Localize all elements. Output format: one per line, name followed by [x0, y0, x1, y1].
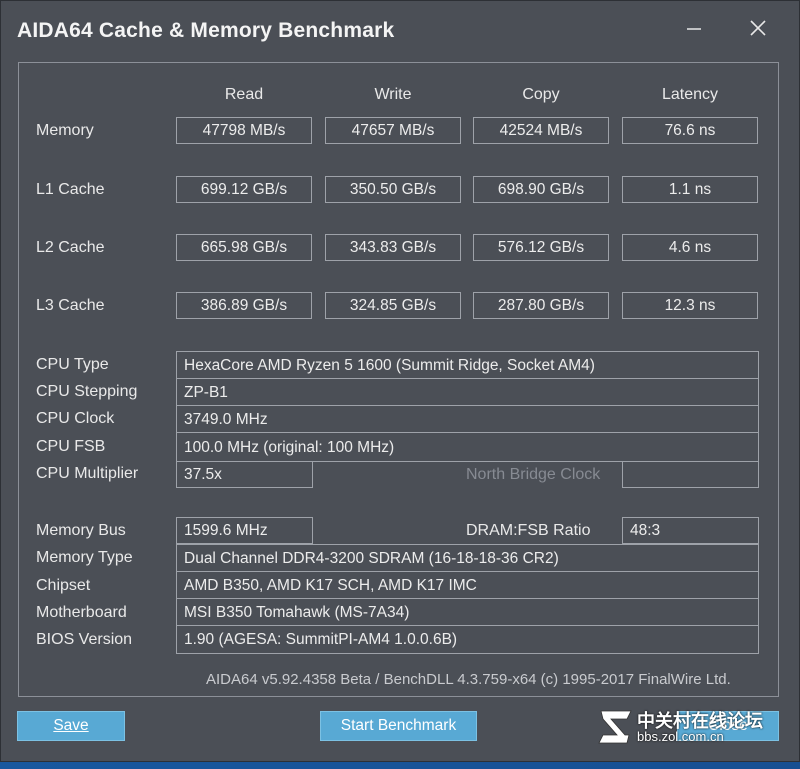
zol-logo-icon — [598, 710, 632, 744]
memory-latency-value: 76.6 ns — [622, 117, 758, 144]
memory-type-label: Memory Type — [36, 549, 133, 566]
bios-version-value: 1.90 (AGESA: SummitPI-AM4 1.0.0.6B) — [184, 631, 458, 648]
dram-fsb-ratio-label: DRAM:FSB Ratio — [466, 522, 591, 539]
cpu-fsb-label: CPU FSB — [36, 438, 106, 455]
zol-watermark: 中关村在线论坛 bbs.zol.com.cn — [597, 705, 787, 749]
row-label-memory: Memory — [36, 122, 94, 139]
l1-read-value: 699.12 GB/s — [176, 176, 312, 203]
row-label-l1-cache: L1 Cache — [36, 181, 105, 198]
north-bridge-clock-value — [622, 461, 759, 488]
row-label-l3-cache: L3 Cache — [36, 297, 105, 314]
close-icon — [750, 20, 766, 36]
l3-read-value: 386.89 GB/s — [176, 292, 312, 319]
minimize-icon — [687, 28, 701, 30]
cpu-type-label: CPU Type — [36, 356, 109, 373]
watermark-url: bbs.zol.com.cn — [637, 729, 724, 744]
l3-latency-value: 12.3 ns — [622, 292, 758, 319]
cpu-fsb-value: 100.0 MHz (original: 100 MHz) — [184, 439, 395, 456]
dram-fsb-ratio-value: 48:3 — [622, 517, 759, 544]
save-button-label: Save — [53, 717, 89, 734]
column-header-read: Read — [224, 86, 264, 103]
l1-copy-value: 698.90 GB/s — [473, 176, 609, 203]
start-benchmark-button[interactable]: Start Benchmark — [320, 711, 477, 741]
cpu-multiplier-label: CPU Multiplier — [36, 465, 139, 482]
column-header-write: Write — [374, 86, 412, 103]
chipset-value: AMD B350, AMD K17 SCH, AMD K17 IMC — [177, 572, 758, 599]
memory-type-value: Dual Channel DDR4-3200 SDRAM (16-18-18-3… — [177, 545, 758, 572]
title-bar[interactable]: AIDA64 Cache & Memory Benchmark — [1, 1, 799, 59]
memory-read-value: 47798 MB/s — [176, 117, 312, 144]
motherboard-label: Motherboard — [36, 604, 127, 621]
l1-write-value: 350.50 GB/s — [325, 176, 461, 203]
cpu-stepping-value: ZP-B1 — [177, 379, 758, 406]
memory-copy-value: 42524 MB/s — [473, 117, 609, 144]
memory-bus-value: 1599.6 MHz — [176, 517, 313, 544]
window-title: AIDA64 Cache & Memory Benchmark — [17, 19, 395, 42]
system-info-group: Dual Channel DDR4-3200 SDRAM (16-18-18-3… — [176, 544, 759, 654]
bios-version-label: BIOS Version — [36, 631, 133, 648]
l3-write-value: 324.85 GB/s — [325, 292, 461, 319]
chipset-label: Chipset — [36, 577, 91, 594]
cpu-stepping-label: CPU Stepping — [36, 383, 138, 400]
cpu-info-group: HexaCore AMD Ryzen 5 1600 (Summit Ridge,… — [176, 351, 759, 462]
memory-bus-label: Memory Bus — [36, 522, 126, 539]
motherboard-value: MSI B350 Tomahawk (MS-7A34) — [177, 599, 758, 626]
l2-copy-value: 576.12 GB/s — [473, 234, 609, 261]
benchmark-window: AIDA64 Cache & Memory Benchmark Read Wri… — [0, 0, 800, 762]
save-button[interactable]: Save — [17, 711, 125, 741]
column-header-latency: Latency — [661, 86, 719, 103]
memory-write-value: 47657 MB/s — [325, 117, 461, 144]
l2-latency-value: 4.6 ns — [622, 234, 758, 261]
cpu-type-value: HexaCore AMD Ryzen 5 1600 (Summit Ridge,… — [177, 352, 758, 379]
l3-copy-value: 287.80 GB/s — [473, 292, 609, 319]
close-window-button[interactable] — [743, 13, 773, 43]
cpu-multiplier-value: 37.5x — [176, 461, 313, 488]
version-footer: AIDA64 v5.92.4358 Beta / BenchDLL 4.3.75… — [206, 671, 731, 688]
row-label-l2-cache: L2 Cache — [36, 239, 105, 256]
north-bridge-clock-label: North Bridge Clock — [466, 466, 601, 483]
cpu-clock-value: 3749.0 MHz — [177, 406, 758, 433]
cpu-clock-label: CPU Clock — [36, 410, 115, 427]
l2-write-value: 343.83 GB/s — [325, 234, 461, 261]
minimize-button[interactable] — [679, 13, 709, 43]
l1-latency-value: 1.1 ns — [622, 176, 758, 203]
l2-read-value: 665.98 GB/s — [176, 234, 312, 261]
column-header-copy: Copy — [522, 86, 560, 103]
